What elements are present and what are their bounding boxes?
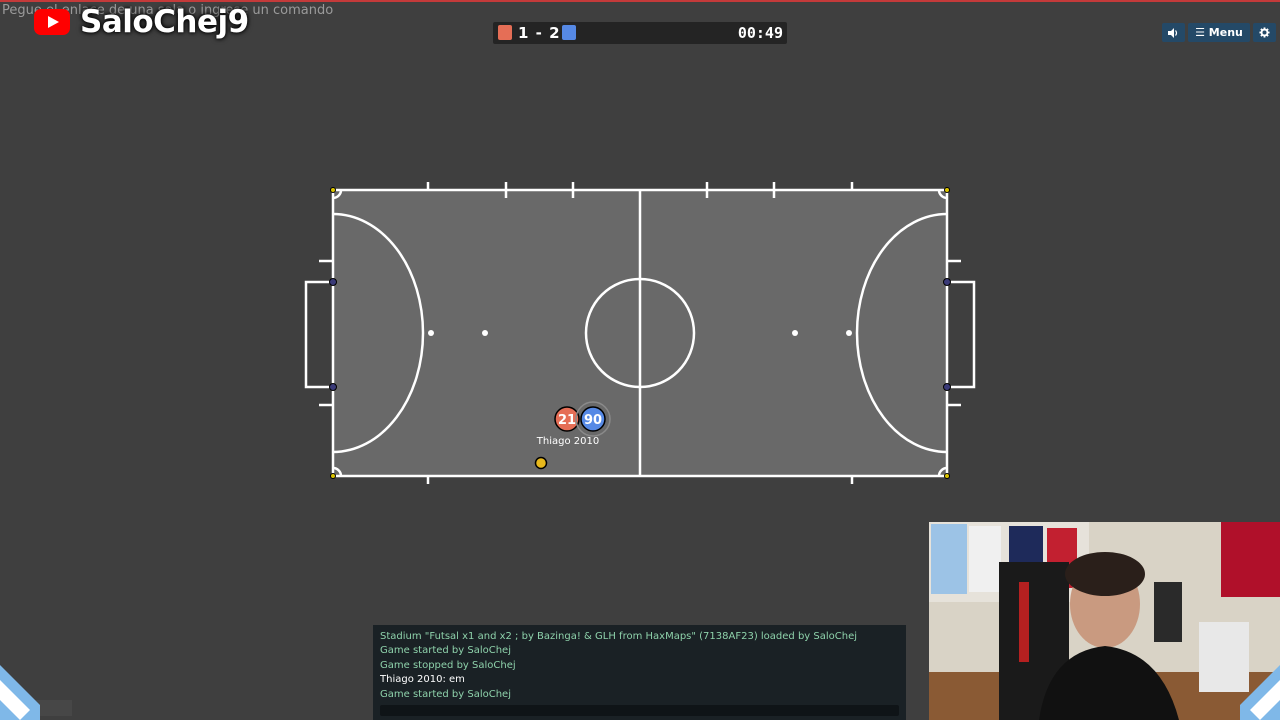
player-blue-90: 90	[575, 401, 611, 437]
chat-input[interactable]	[380, 705, 899, 716]
webcam-overlay	[929, 522, 1280, 720]
blue-player-number: 90	[584, 413, 602, 428]
right-goal	[947, 280, 976, 389]
chat-message: Game started by SaloChej	[380, 688, 511, 700]
webcam-feed	[929, 522, 1280, 720]
chat-message: Thiago 2010: em	[380, 674, 465, 686]
chat-message: Game stopped by SaloChej	[380, 659, 516, 671]
chat-panel: Stadium "Futsal x1 and x2 ; by Bazinga! …	[373, 625, 906, 720]
ball	[534, 456, 548, 470]
flag-decoration-left	[0, 665, 40, 720]
chat-log: Stadium "Futsal x1 and x2 ; by Bazinga! …	[373, 625, 906, 702]
chat-message: Game started by SaloChej	[380, 645, 511, 657]
left-goal	[304, 280, 333, 389]
flag-decoration-right	[1240, 665, 1280, 720]
player-name-label: Thiago 2010	[536, 436, 599, 447]
red-player-number: 21	[558, 413, 576, 428]
chat-message: Stadium "Futsal x1 and x2 ; by Bazinga! …	[380, 631, 858, 642]
